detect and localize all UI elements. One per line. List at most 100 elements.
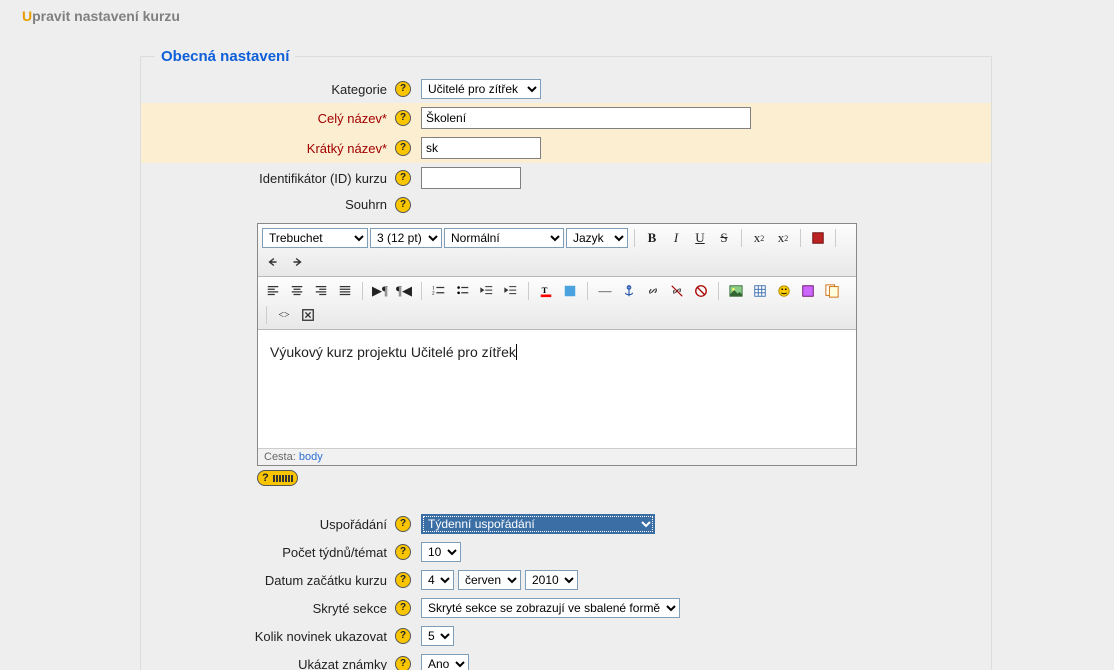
help-icon[interactable] [395, 628, 411, 644]
page-title: Upravit nastavení kurzu [0, 0, 1114, 28]
style-select[interactable]: Normální [444, 228, 564, 248]
page-root: Upravit nastavení kurzu Obecná nastavení… [0, 0, 1114, 670]
html-button[interactable]: <> [273, 304, 295, 326]
control-grades: Ano [421, 654, 469, 670]
text-color-button[interactable]: T [535, 280, 557, 302]
strike-button[interactable]: S [713, 227, 735, 249]
superscript-button[interactable]: x2 [772, 227, 794, 249]
nolink-button[interactable] [690, 280, 712, 302]
ordered-list-button[interactable]: 12 [428, 280, 450, 302]
align-justify-button[interactable] [334, 280, 356, 302]
day-select[interactable]: 4 [421, 570, 454, 590]
fullscreen-button[interactable] [297, 304, 319, 326]
help-icon[interactable] [395, 110, 411, 126]
help-icon[interactable] [395, 170, 411, 186]
control-fullname [421, 107, 751, 129]
label-category: Kategorie [141, 82, 391, 97]
editor-toolbar-row2: ▶¶ ¶◀ 12 T — [258, 277, 856, 330]
label-idnumber: Identifikátor (ID) kurzu [141, 171, 391, 186]
anchor-button[interactable] [618, 280, 640, 302]
help-icon[interactable] [395, 600, 411, 616]
row-summary-label: Souhrn [141, 193, 991, 217]
redo-button[interactable] [286, 251, 308, 273]
size-select[interactable]: 3 (12 pt) [370, 228, 442, 248]
image-button[interactable] [725, 280, 747, 302]
editor-content[interactable]: Výukový kurz projektu Učitelé pro zítřek [258, 330, 856, 448]
help-icon[interactable] [395, 197, 411, 213]
editor-toolbar-row1: Trebuchet 3 (12 pt) Normální Jazyk B I U… [258, 224, 856, 277]
text-cursor [516, 344, 517, 360]
outdent-button[interactable] [476, 280, 498, 302]
search-button[interactable] [821, 280, 843, 302]
summary-editor: Trebuchet 3 (12 pt) Normální Jazyk B I U… [257, 223, 857, 466]
align-right-button[interactable] [310, 280, 332, 302]
help-icon[interactable] [395, 544, 411, 560]
label-format: Uspořádání [141, 517, 391, 532]
form-area: Obecná nastavení Kategorie Učitelé pro z… [140, 48, 992, 670]
label-hidden: Skryté sekce [141, 601, 391, 616]
hr-button[interactable]: — [594, 280, 616, 302]
label-shortname: Krátký název* [141, 141, 391, 156]
subscript-button[interactable]: x2 [748, 227, 770, 249]
year-select[interactable]: 2010 [525, 570, 578, 590]
format-select[interactable]: Týdenní uspořádání [421, 514, 655, 534]
help-icon[interactable] [395, 516, 411, 532]
control-category: Učitelé pro zítřek [421, 79, 541, 99]
bold-button[interactable]: B [641, 227, 663, 249]
unordered-list-button[interactable] [452, 280, 474, 302]
path-body-link[interactable]: body [299, 451, 323, 463]
help-icon[interactable] [395, 140, 411, 156]
control-startdate: 4 červen 2010 [421, 570, 578, 590]
unlink-button[interactable] [666, 280, 688, 302]
lang-select[interactable]: Jazyk [566, 228, 628, 248]
row-news: Kolik novinek ukazovat 5 [141, 622, 991, 650]
italic-button[interactable]: I [665, 227, 687, 249]
control-weeks: 10 [421, 542, 461, 562]
label-news: Kolik novinek ukazovat [141, 629, 391, 644]
shortname-input[interactable] [421, 137, 541, 159]
align-center-button[interactable] [286, 280, 308, 302]
label-summary: Souhrn [141, 197, 391, 212]
label-weeks: Počet týdnů/témat [141, 545, 391, 560]
help-icon[interactable] [395, 81, 411, 97]
row-idnumber: Identifikátor (ID) kurzu [141, 163, 991, 193]
question-icon: ? [262, 472, 269, 484]
idnumber-input[interactable] [421, 167, 521, 189]
page-title-accent: U [22, 8, 32, 24]
row-fullname: Celý název* [141, 103, 991, 133]
weeks-select[interactable]: 10 [421, 542, 461, 562]
clean-button[interactable] [807, 227, 829, 249]
row-weeks: Počet týdnů/témat 10 [141, 538, 991, 566]
font-select[interactable]: Trebuchet [262, 228, 368, 248]
bg-color-button[interactable] [559, 280, 581, 302]
indent-button[interactable] [500, 280, 522, 302]
category-select[interactable]: Učitelé pro zítřek [421, 79, 541, 99]
help-icon[interactable] [395, 656, 411, 670]
align-left-button[interactable] [262, 280, 284, 302]
summary-text: Výukový kurz projektu Učitelé pro zítřek [270, 344, 516, 360]
row-grades: Ukázat známky Ano [141, 650, 991, 670]
news-select[interactable]: 5 [421, 626, 454, 646]
path-label: Cesta: [264, 451, 296, 463]
summary-editor-wrap: Trebuchet 3 (12 pt) Normální Jazyk B I U… [257, 223, 857, 486]
smiley-button[interactable] [773, 280, 795, 302]
table-button[interactable] [749, 280, 771, 302]
link-button[interactable] [642, 280, 664, 302]
keyboard-help-button[interactable]: ? [257, 470, 298, 486]
editor-status: Cesta: body [258, 448, 856, 465]
month-select[interactable]: červen [458, 570, 521, 590]
keyboard-icon [273, 475, 293, 482]
control-news: 5 [421, 626, 454, 646]
hidden-select[interactable]: Skryté sekce se zobrazují ve sbalené for… [421, 598, 680, 618]
page-title-text: pravit nastavení kurzu [32, 8, 180, 24]
undo-button[interactable] [262, 251, 284, 273]
char-button[interactable] [797, 280, 819, 302]
help-icon[interactable] [395, 572, 411, 588]
section-legend: Obecná nastavení [155, 48, 295, 65]
label-fullname: Celý název* [141, 111, 391, 126]
fullname-input[interactable] [421, 107, 751, 129]
grades-select[interactable]: Ano [421, 654, 469, 670]
underline-button[interactable]: U [689, 227, 711, 249]
rtl-button[interactable]: ¶◀ [393, 280, 415, 302]
ltr-button[interactable]: ▶¶ [369, 280, 391, 302]
